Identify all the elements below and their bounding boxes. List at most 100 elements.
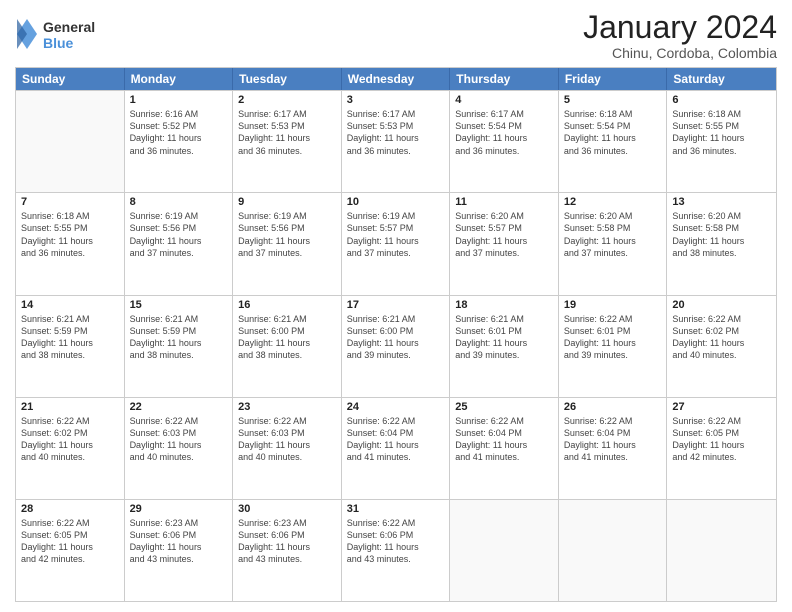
sunset-text: Sunset: 6:03 PM xyxy=(238,427,336,439)
calendar: SundayMondayTuesdayWednesdayThursdayFrid… xyxy=(15,67,777,602)
cell-info: Sunrise: 6:22 AMSunset: 6:03 PMDaylight:… xyxy=(130,415,228,464)
daylight-minutes-text: and 36 minutes. xyxy=(238,145,336,157)
daylight-minutes-text: and 43 minutes. xyxy=(130,553,228,565)
table-row: 19Sunrise: 6:22 AMSunset: 6:01 PMDayligh… xyxy=(559,296,668,397)
daylight-hours-text: Daylight: 11 hours xyxy=(564,439,662,451)
cell-date-number: 11 xyxy=(455,196,553,208)
sunset-text: Sunset: 6:01 PM xyxy=(455,325,553,337)
daylight-hours-text: Daylight: 11 hours xyxy=(238,132,336,144)
cell-info: Sunrise: 6:23 AMSunset: 6:06 PMDaylight:… xyxy=(238,517,336,566)
cell-date-number: 14 xyxy=(21,299,119,311)
cell-info: Sunrise: 6:20 AMSunset: 5:58 PMDaylight:… xyxy=(672,210,771,259)
sunset-text: Sunset: 5:55 PM xyxy=(672,120,771,132)
table-row: 29Sunrise: 6:23 AMSunset: 6:06 PMDayligh… xyxy=(125,500,234,601)
sunrise-text: Sunrise: 6:22 AM xyxy=(455,415,553,427)
daylight-minutes-text: and 40 minutes. xyxy=(672,349,771,361)
cell-date-number: 6 xyxy=(672,94,771,106)
sunrise-text: Sunrise: 6:19 AM xyxy=(238,210,336,222)
cell-date-number: 24 xyxy=(347,401,445,413)
cell-info: Sunrise: 6:21 AMSunset: 6:00 PMDaylight:… xyxy=(347,313,445,362)
table-row: 3Sunrise: 6:17 AMSunset: 5:53 PMDaylight… xyxy=(342,91,451,192)
daylight-minutes-text: and 38 minutes. xyxy=(672,247,771,259)
sunrise-text: Sunrise: 6:21 AM xyxy=(21,313,119,325)
table-row: 5Sunrise: 6:18 AMSunset: 5:54 PMDaylight… xyxy=(559,91,668,192)
daylight-minutes-text: and 37 minutes. xyxy=(455,247,553,259)
cell-date-number: 30 xyxy=(238,503,336,515)
daylight-minutes-text: and 43 minutes. xyxy=(347,553,445,565)
sunset-text: Sunset: 5:56 PM xyxy=(130,222,228,234)
table-row: 14 Sunrise: 6:21 AMSunset: 5:59 PMDayligh… xyxy=(16,296,125,397)
sunrise-text: Sunrise: 6:17 AM xyxy=(347,108,445,120)
sunrise-text: Sunrise: 6:22 AM xyxy=(564,415,662,427)
daylight-minutes-text: and 37 minutes. xyxy=(564,247,662,259)
daylight-minutes-text: and 42 minutes. xyxy=(21,553,119,565)
table-row xyxy=(559,500,668,601)
sunset-text: Sunset: 6:06 PM xyxy=(238,529,336,541)
sunrise-text: Sunrise: 6:20 AM xyxy=(455,210,553,222)
daylight-minutes-text: and 43 minutes. xyxy=(238,553,336,565)
table-row: 8Sunrise: 6:19 AMSunset: 5:56 PMDaylight… xyxy=(125,193,234,294)
table-row: 26Sunrise: 6:22 AMSunset: 6:04 PMDayligh… xyxy=(559,398,668,499)
table-row: 10Sunrise: 6:19 AMSunset: 5:57 PMDayligh… xyxy=(342,193,451,294)
calendar-day-header: Tuesday xyxy=(233,68,342,90)
cell-date-number: 19 xyxy=(564,299,662,311)
cell-info: Sunrise: 6:18 AMSunset: 5:55 PMDaylight:… xyxy=(672,108,771,157)
cell-date-number: 15 xyxy=(130,299,228,311)
title-block: January 2024 Chinu, Cordoba, Colombia xyxy=(583,10,777,61)
table-row: 22Sunrise: 6:22 AMSunset: 6:03 PMDayligh… xyxy=(125,398,234,499)
svg-text:General: General xyxy=(43,19,95,35)
daylight-hours-text: Daylight: 11 hours xyxy=(21,235,119,247)
cell-date-number: 8 xyxy=(130,196,228,208)
cell-info: Sunrise: 6:22 AMSunset: 6:05 PMDaylight:… xyxy=(21,517,119,566)
table-row: 18Sunrise: 6:21 AMSunset: 6:01 PMDayligh… xyxy=(450,296,559,397)
table-row: 1Sunrise: 6:16 AMSunset: 5:52 PMDaylight… xyxy=(125,91,234,192)
sunset-text: Sunset: 5:54 PM xyxy=(564,120,662,132)
cell-info: Sunrise: 6:21 AMSunset: 6:00 PMDaylight:… xyxy=(238,313,336,362)
sunrise-text: Sunrise: 6:22 AM xyxy=(672,313,771,325)
daylight-hours-text: Daylight: 11 hours xyxy=(130,439,228,451)
cell-info: Sunrise: 6:17 AMSunset: 5:53 PMDaylight:… xyxy=(238,108,336,157)
cell-info: Sunrise: 6:22 AMSunset: 6:04 PMDaylight:… xyxy=(347,415,445,464)
cell-date-number: 28 xyxy=(21,503,119,515)
daylight-hours-text: Daylight: 11 hours xyxy=(672,235,771,247)
cell-info: Sunrise: 6:18 AMSunset: 5:54 PMDaylight:… xyxy=(564,108,662,157)
daylight-hours-text: Daylight: 11 hours xyxy=(21,541,119,553)
daylight-hours-text: Daylight: 11 hours xyxy=(130,235,228,247)
cell-date-number: 20 xyxy=(672,299,771,311)
table-row xyxy=(667,500,776,601)
cell-info: Sunrise: 6:22 AMSunset: 6:06 PMDaylight:… xyxy=(347,517,445,566)
daylight-minutes-text: and 42 minutes. xyxy=(672,451,771,463)
daylight-hours-text: Daylight: 11 hours xyxy=(455,235,553,247)
daylight-hours-text: Daylight: 11 hours xyxy=(238,541,336,553)
sunset-text: Sunset: 5:59 PM xyxy=(21,325,119,337)
sunset-text: Sunset: 6:05 PM xyxy=(21,529,119,541)
calendar-day-header: Monday xyxy=(125,68,234,90)
table-row: 16Sunrise: 6:21 AMSunset: 6:00 PMDayligh… xyxy=(233,296,342,397)
daylight-minutes-text: and 38 minutes. xyxy=(21,349,119,361)
sunrise-text: Sunrise: 6:22 AM xyxy=(347,415,445,427)
sunset-text: Sunset: 6:01 PM xyxy=(564,325,662,337)
table-row: 23Sunrise: 6:22 AMSunset: 6:03 PMDayligh… xyxy=(233,398,342,499)
cell-info: Sunrise: 6:16 AMSunset: 5:52 PMDaylight:… xyxy=(130,108,228,157)
table-row: 4Sunrise: 6:17 AMSunset: 5:54 PMDaylight… xyxy=(450,91,559,192)
daylight-minutes-text: and 36 minutes. xyxy=(347,145,445,157)
cell-date-number: 9 xyxy=(238,196,336,208)
cell-date-number: 21 xyxy=(21,401,119,413)
sunset-text: Sunset: 5:56 PM xyxy=(238,222,336,234)
cell-info: Sunrise: 6:21 AMSunset: 5:59 PMDaylight:… xyxy=(21,313,119,362)
calendar-header: SundayMondayTuesdayWednesdayThursdayFrid… xyxy=(16,68,776,90)
daylight-hours-text: Daylight: 11 hours xyxy=(238,235,336,247)
sunrise-text: Sunrise: 6:22 AM xyxy=(564,313,662,325)
table-row xyxy=(450,500,559,601)
cell-info: Sunrise: 6:23 AMSunset: 6:06 PMDaylight:… xyxy=(130,517,228,566)
daylight-minutes-text: and 39 minutes. xyxy=(564,349,662,361)
sunrise-text: Sunrise: 6:17 AM xyxy=(238,108,336,120)
daylight-minutes-text: and 36 minutes. xyxy=(672,145,771,157)
daylight-hours-text: Daylight: 11 hours xyxy=(347,235,445,247)
daylight-minutes-text: and 37 minutes. xyxy=(238,247,336,259)
daylight-hours-text: Daylight: 11 hours xyxy=(130,132,228,144)
table-row: 6 Sunrise: 6:18 AMSunset: 5:55 PMDaylight… xyxy=(667,91,776,192)
daylight-hours-text: Daylight: 11 hours xyxy=(238,337,336,349)
cell-info: Sunrise: 6:17 AMSunset: 5:54 PMDaylight:… xyxy=(455,108,553,157)
daylight-hours-text: Daylight: 11 hours xyxy=(564,132,662,144)
